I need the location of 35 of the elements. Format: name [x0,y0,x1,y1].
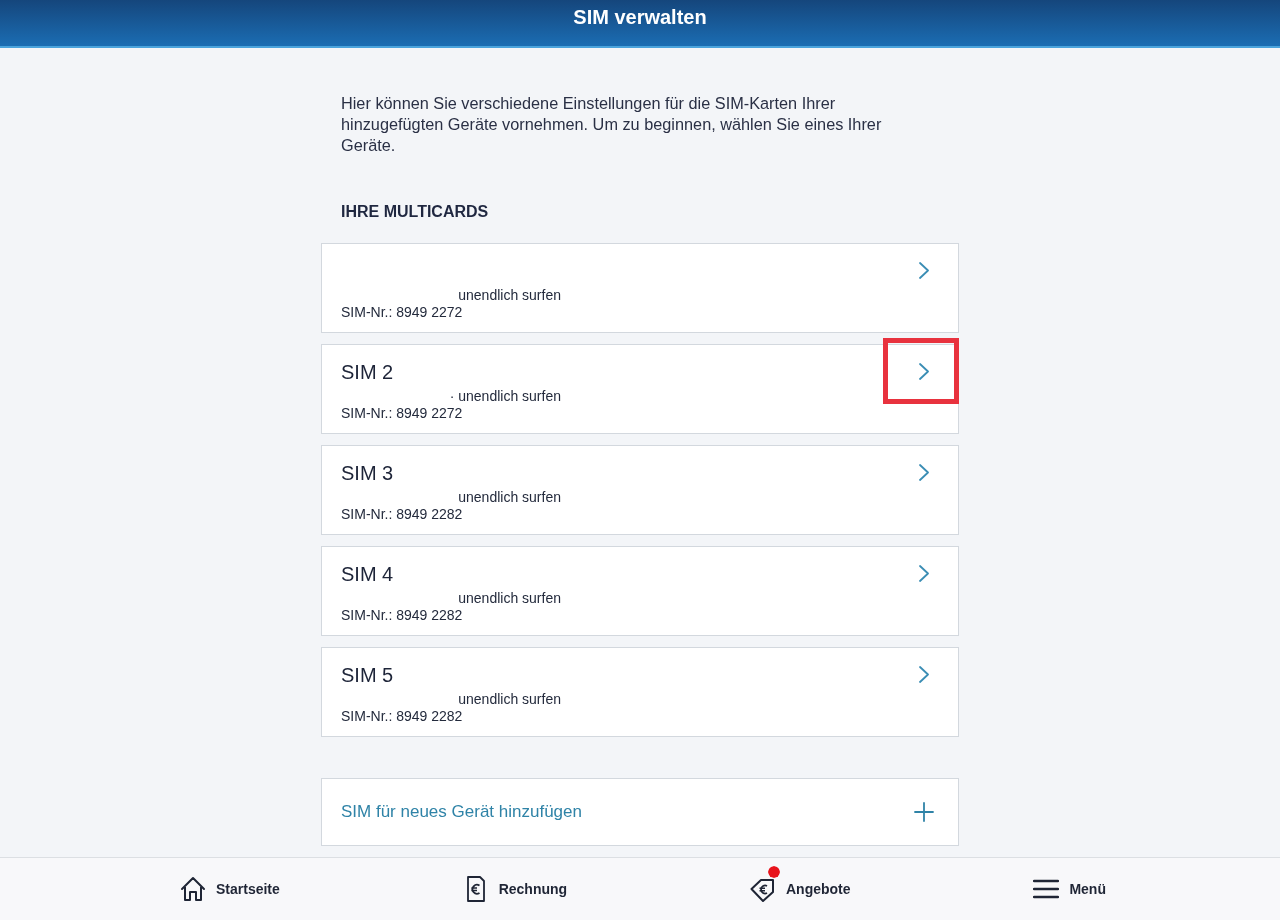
plan-name: unendlich surfen [458,287,561,304]
sim-number: SIM-Nr.: 8949 2272 [341,405,463,422]
sim-title: SIM 4 [341,562,394,586]
nav-tab[interactable]: Startseite [180,876,280,902]
nav-tab[interactable]: Angebote [750,876,851,902]
intro-text: Hier können Sie verschiedene Einstellungen für die SIM-Karten Ihrer hinzugefügten Geräte vornehmen. Um zu beginnen, wählen Sie eines Ihrer Geräte. [341,93,883,156]
chevron-right-icon [918,262,930,279]
sim-number: SIM-Nr.: 8949 2282 [341,607,463,624]
home-icon [180,876,206,902]
sim-number: SIM-Nr.: 8949 2282 [341,708,463,725]
nav-tab[interactable]: Menü [1033,876,1106,902]
sim-number: SIM-Nr.: 8949 2282 [341,506,463,523]
plan-name: unendlich surfen [458,590,561,607]
sim-card-item[interactable]: SIM 3 unendlich surfen SIM-Nr.: 8949 2282 [321,445,959,535]
euro-tag-icon [750,876,776,902]
section-heading: IHRE MULTICARDS [341,202,489,222]
add-sim-button[interactable]: SIM für neues Gerät hinzufügen [321,778,959,846]
plan-name: · unendlich surfen [449,388,561,405]
chevron-right-icon [918,565,930,582]
sim-title: SIM 5 [341,663,394,687]
sim-title: SIM 3 [341,461,394,485]
page-title: SIM verwalten [573,5,707,29]
sim-card-item[interactable]: SIM 4 unendlich surfen SIM-Nr.: 8949 2282 [321,546,959,636]
nav-tab[interactable]: Rechnung [462,876,568,902]
plus-icon [914,802,934,822]
sim-title: SIM 2 [341,360,394,384]
chevron-right-icon [918,363,930,380]
chevron-right-icon [918,666,930,683]
chevron-right-icon [918,464,930,481]
plan-name: unendlich surfen [458,489,561,506]
plan-name: unendlich surfen [458,691,561,708]
sim-number: SIM-Nr.: 8949 2272 [341,304,463,321]
add-sim-label: SIM für neues Gerät hinzufügen [341,802,582,822]
sim-card-item[interactable]: SIM 5 unendlich surfen SIM-Nr.: 8949 2282 [321,647,959,737]
sim-card-item[interactable]: unendlich surfen SIM-Nr.: 8949 2272 [321,243,959,333]
